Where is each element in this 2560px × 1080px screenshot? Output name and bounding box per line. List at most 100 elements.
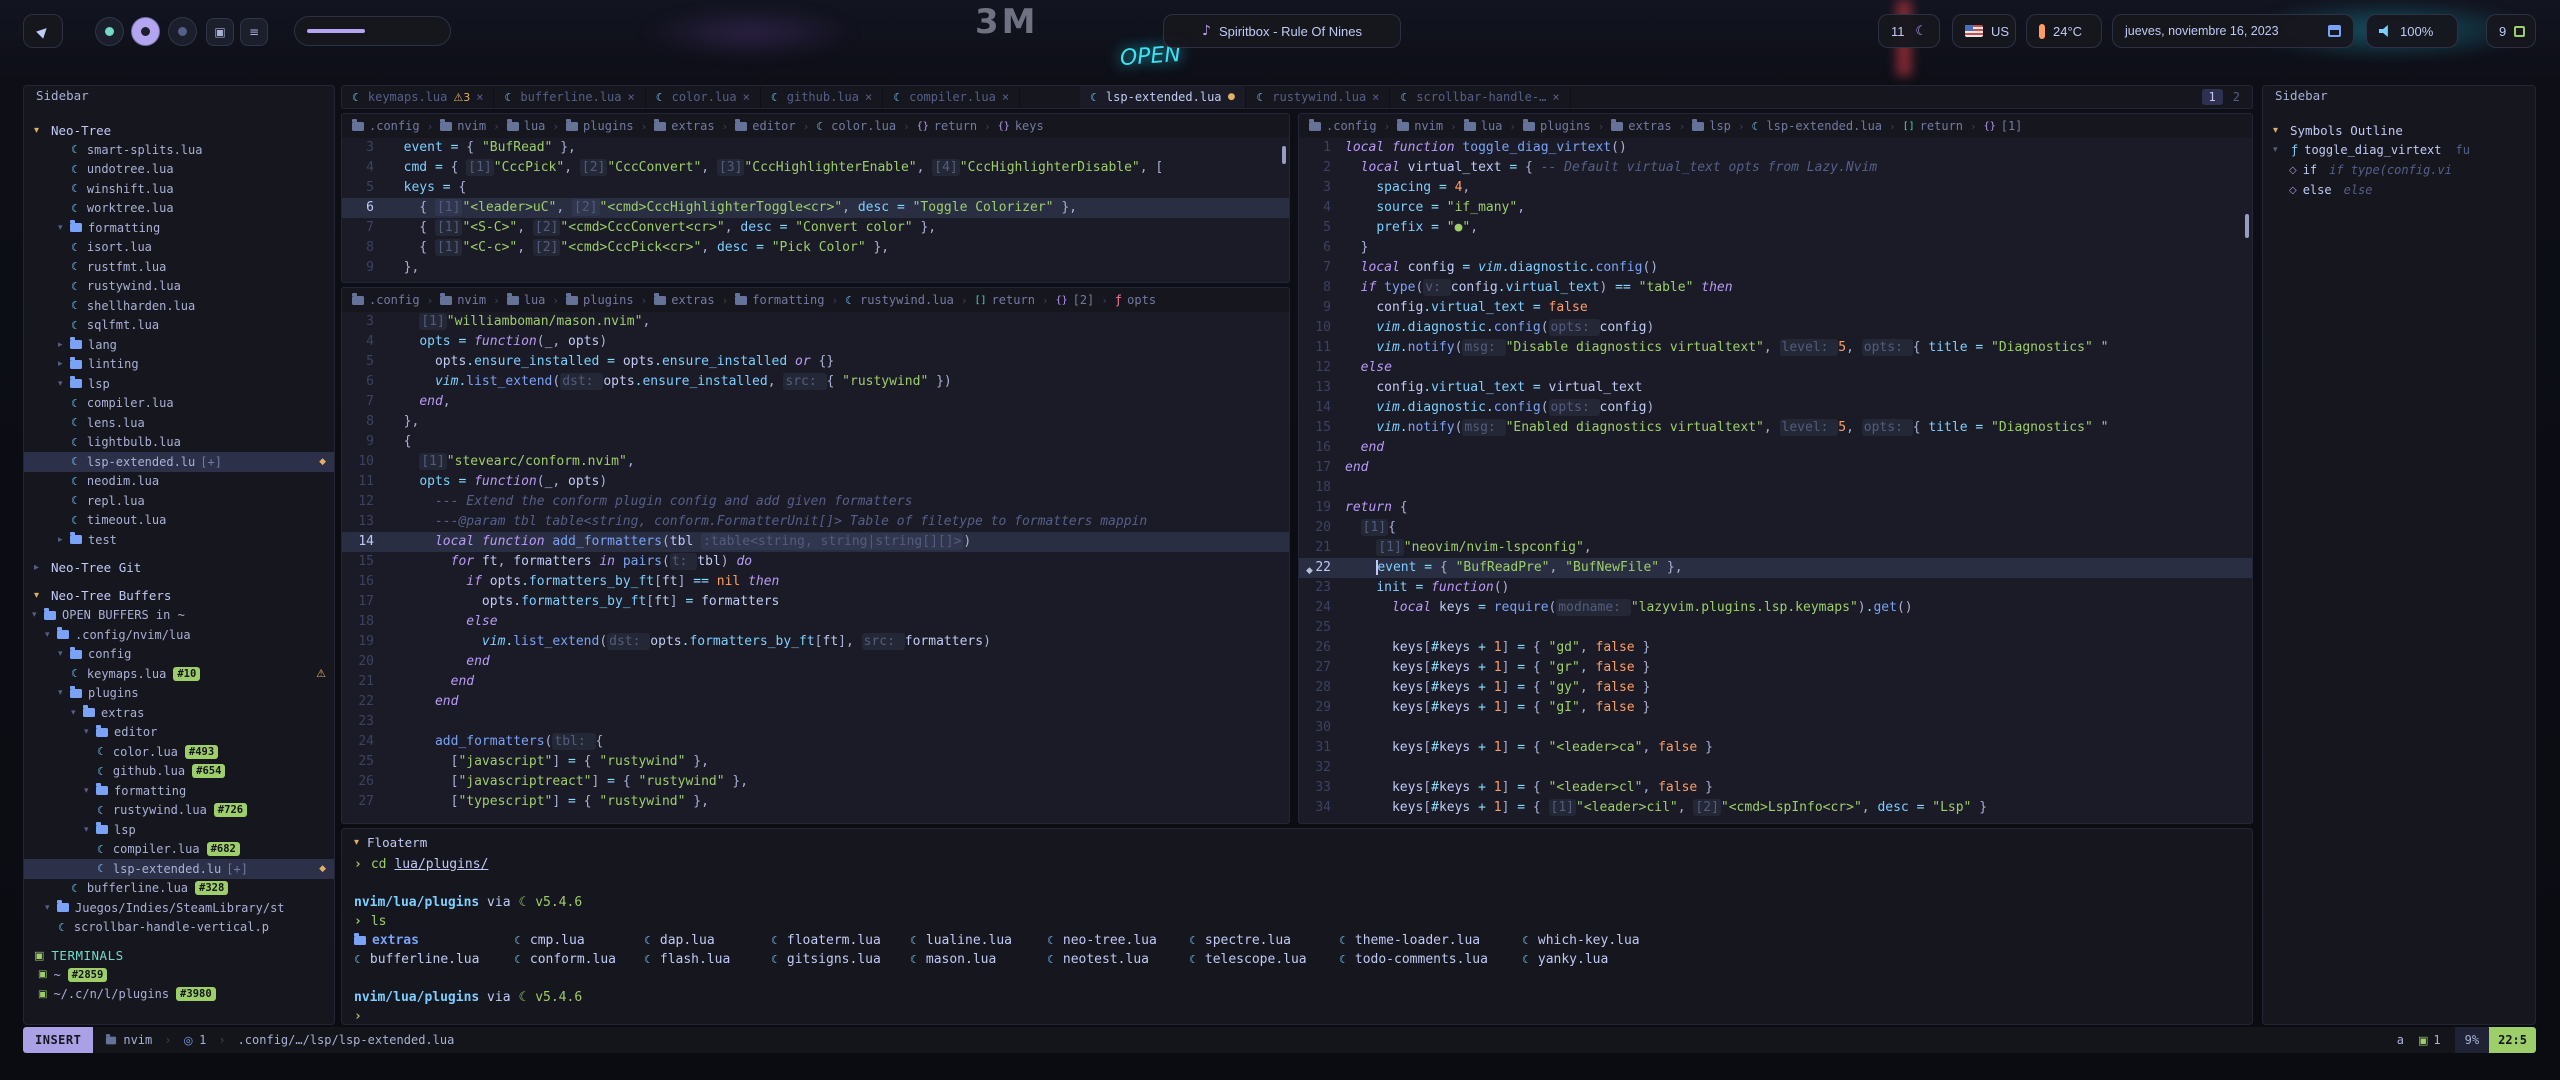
breadcrumb-item[interactable]: editor <box>735 119 795 133</box>
code-line[interactable]: 10 vim.diagnostic.config(opts: config) <box>1299 318 2252 338</box>
code-line[interactable]: 11 vim.notify(msg: "Disable diagnostics … <box>1299 338 2252 358</box>
code-line[interactable]: 13 config.virtual_text = virtual_text <box>1299 378 2252 398</box>
breadcrumb-item[interactable]: extras <box>654 293 714 307</box>
code-line[interactable]: 27 ["typescript"] = { "rustywind" }, <box>342 792 1289 812</box>
neotree-buffers-section-header[interactable]: ▾ Neo-Tree Buffers <box>24 586 334 606</box>
code-line[interactable]: 33 keys[#keys + 1] = { "<leader>cl", fal… <box>1299 778 2252 798</box>
code-line[interactable]: 13 ---@param tbl table<string, conform.F… <box>342 512 1289 532</box>
tree-item[interactable]: ☾sqlfmt.lua <box>24 316 334 336</box>
symbol-item[interactable]: ◇ifif type(config.vi <box>2263 160 2535 180</box>
tree-item[interactable]: ▾OPEN BUFFERS in ~ <box>24 606 334 626</box>
breadcrumb-item[interactable]: {}keys <box>998 119 1044 133</box>
code-line[interactable]: 3 [1]"williamboman/mason.nvim", <box>342 312 1289 332</box>
updates-pill[interactable]: 9 <box>2486 14 2536 48</box>
tree-item[interactable]: ☾lightbulb.lua <box>24 433 334 453</box>
code-line[interactable]: 14 vim.diagnostic.config(opts: config) <box>1299 398 2252 418</box>
breadcrumb-item[interactable]: extras <box>1611 119 1671 133</box>
breadcrumb-item[interactable]: .config <box>352 119 420 133</box>
code-line[interactable]: 25 ["javascript"] = { "rustywind" }, <box>342 752 1289 772</box>
tree-item[interactable]: ▾lsp <box>24 820 334 840</box>
breadcrumb-item[interactable]: plugins <box>1523 119 1591 133</box>
code-line[interactable]: 16 end <box>1299 438 2252 458</box>
tree-item[interactable]: ▾config <box>24 645 334 665</box>
tree-item[interactable]: ▾.config/nvim/lua <box>24 625 334 645</box>
code-line[interactable]: 16 if opts.formatters_by_ft[ft] == nil t… <box>342 572 1289 592</box>
code-line[interactable]: 29 keys[#keys + 1] = { "gI", false } <box>1299 698 2252 718</box>
tree-item[interactable]: ☾repl.lua <box>24 491 334 511</box>
tab-rustywind-lua[interactable]: ☾rustywind.lua× <box>1246 86 1390 108</box>
code-line[interactable]: 8 { [1]"<C-c>", [2]"<cmd>CccPick<cr>", d… <box>342 238 1289 258</box>
breadcrumb-item[interactable]: plugins <box>566 119 634 133</box>
code-line[interactable]: 31 keys[#keys + 1] = { "<leader>ca", fal… <box>1299 738 2252 758</box>
neotree-section-header[interactable]: ▾ Neo-Tree <box>24 120 334 140</box>
code-line[interactable]: 3 spacing = 4, <box>1299 178 2252 198</box>
code-line[interactable]: 7 end, <box>342 392 1289 412</box>
code-line[interactable]: 26 keys[#keys + 1] = { "gd", false } <box>1299 638 2252 658</box>
tree-item[interactable]: ☾compiler.lua#682 <box>24 840 334 860</box>
notes-button[interactable]: ≡ <box>240 18 268 46</box>
breadcrumb-item[interactable]: lua <box>507 293 546 307</box>
breadcrumb-item[interactable]: extras <box>654 119 714 133</box>
workspace-dot-2-active[interactable] <box>131 17 160 46</box>
code-line[interactable]: 7 local config = vim.diagnostic.config() <box>1299 258 2252 278</box>
tree-item[interactable]: ▾formatting <box>24 781 334 801</box>
code-line[interactable]: 7 { [1]"<S-C>", [2]"<cmd>CccConvert<cr>"… <box>342 218 1289 238</box>
tree-item[interactable]: ▾editor <box>24 723 334 743</box>
code-line[interactable]: 20 [1]{ <box>1299 518 2252 538</box>
code-line[interactable]: 6 } <box>1299 238 2252 258</box>
code-line[interactable]: 14 local function add_formatters(tbl :ta… <box>342 532 1289 552</box>
terminal-list-item[interactable]: ▣~/.c/n/l/plugins#3980 <box>24 985 334 1005</box>
tree-item[interactable]: ☾neodim.lua <box>24 472 334 492</box>
symbol-item[interactable]: ◇elseelse <box>2263 180 2535 200</box>
tree-item[interactable]: ☾rustywind.lua <box>24 277 334 297</box>
breadcrumb-item[interactable]: ƒopts <box>1115 293 1156 307</box>
code-line[interactable]: 17 opts.formatters_by_ft[ft] = formatter… <box>342 592 1289 612</box>
tree-item[interactable]: ☾lsp-extended.lu[+]◆ <box>24 859 334 879</box>
tab-bufferline-lua[interactable]: ☾bufferline.lua× <box>494 86 645 108</box>
breadcrumb-item[interactable]: ☾rustywind.lua <box>845 293 954 307</box>
breadcrumb-item[interactable]: ☾lsp-extended.lua <box>1752 119 1882 133</box>
tree-item[interactable]: ☾scrollbar-handle-vertical.p <box>24 918 334 938</box>
temperature-pill[interactable]: 24°C <box>2026 14 2102 48</box>
tab-lsp-extended-lua[interactable]: ☾lsp-extended.lua● <box>1080 86 1246 108</box>
tree-item[interactable]: ☾isort.lua <box>24 238 334 258</box>
tree-item[interactable]: ☾github.lua#654 <box>24 762 334 782</box>
code-line[interactable]: 3 event = { "BufRead" }, <box>342 138 1289 158</box>
code-line[interactable]: 19 vim.list_extend(dst: opts.formatters_… <box>342 632 1289 652</box>
close-icon[interactable]: × <box>476 90 483 104</box>
tab-github-lua[interactable]: ☾github.lua× <box>761 86 883 108</box>
tab-color-lua[interactable]: ☾color.lua× <box>646 86 761 108</box>
code-line[interactable]: 22◆ event = { "BufReadPre", "BufNewFile"… <box>1299 558 2252 578</box>
tree-item[interactable]: ☾color.lua#493 <box>24 742 334 762</box>
code-line[interactable]: 8 if type(v: config.virtual_text) == "ta… <box>1299 278 2252 298</box>
code-line[interactable]: 6 { [1]"<leader>uC", [2]"<cmd>CccHighlig… <box>342 198 1289 218</box>
tree-item[interactable]: ☾shellharden.lua <box>24 296 334 316</box>
tabpage-1[interactable]: 1 <box>2202 89 2223 105</box>
breadcrumb-item[interactable]: {}[1] <box>1984 119 2023 133</box>
symbol-item[interactable]: ▾ƒtoggle_diag_virtextfu <box>2263 140 2535 160</box>
volume-pill[interactable]: 100% <box>2366 14 2458 48</box>
code-line[interactable]: 6 vim.list_extend(dst: opts.ensure_insta… <box>342 372 1289 392</box>
tree-item[interactable]: ☾rustfmt.lua <box>24 257 334 277</box>
code-line[interactable]: 5 prefix = "●", <box>1299 218 2252 238</box>
code-line[interactable]: 8 }, <box>342 412 1289 432</box>
windows-button[interactable]: ▣ <box>206 18 234 46</box>
breadcrumb-item[interactable]: formatting <box>735 293 824 307</box>
date-pill[interactable]: jueves, noviembre 16, 2023 <box>2112 14 2354 48</box>
code-line[interactable]: 18 <box>1299 478 2252 498</box>
code-line[interactable]: 28 keys[#keys + 1] = { "gy", false } <box>1299 678 2252 698</box>
tree-item[interactable]: ▸lang <box>24 335 334 355</box>
tree-item[interactable]: ☾compiler.lua <box>24 394 334 414</box>
breadcrumb-item[interactable]: []return <box>1903 119 1963 133</box>
tree-item[interactable]: ☾undotree.lua <box>24 160 334 180</box>
code-line[interactable]: 25 <box>1299 618 2252 638</box>
code-line[interactable]: 24 add_formatters(tbl: { <box>342 732 1289 752</box>
breadcrumb-item[interactable]: lua <box>507 119 546 133</box>
breadcrumb-item[interactable]: nvim <box>440 293 486 307</box>
breadcrumb-item[interactable]: lsp <box>1692 119 1731 133</box>
code-line[interactable]: 4 cmd = { [1]"CccPick", [2]"CccConvert",… <box>342 158 1289 178</box>
code-line[interactable]: 22 end <box>342 692 1289 712</box>
code-line[interactable]: 9 { <box>342 432 1289 452</box>
code-line[interactable]: 4 source = "if_many", <box>1299 198 2252 218</box>
tree-item[interactable]: ▸linting <box>24 355 334 375</box>
